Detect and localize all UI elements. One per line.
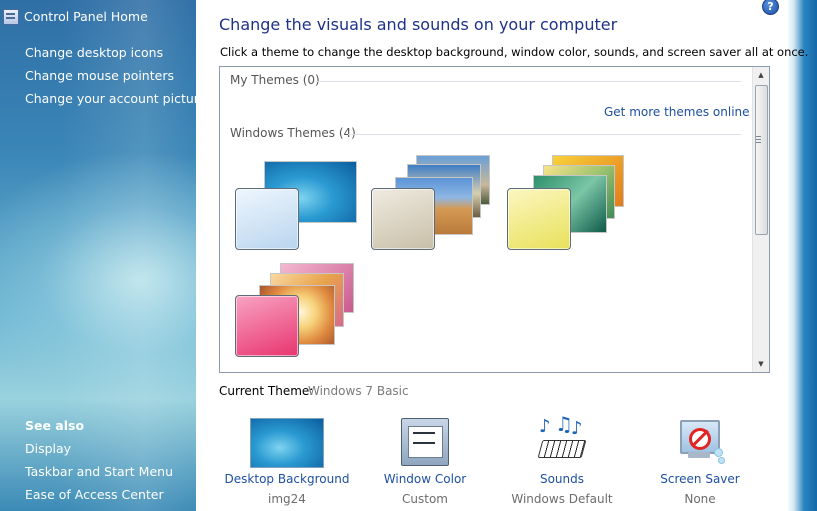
theme-color-swatch <box>235 295 299 357</box>
page-subtitle: Click a theme to change the desktop back… <box>220 45 809 59</box>
control-panel-icon <box>3 9 19 25</box>
desktop-background-value: img24 <box>268 492 306 506</box>
theme-landscapes[interactable] <box>371 155 501 259</box>
change-desktop-icons-link[interactable]: Change desktop icons <box>25 45 163 60</box>
themes-list[interactable]: My Themes (0) Get more themes online Win… <box>219 66 770 373</box>
desktop-background-setting[interactable]: Desktop Background img24 <box>217 418 357 506</box>
window-color-setting[interactable]: Window Color Custom <box>355 418 495 506</box>
themes-scrollbar[interactable]: ▲ ▼ <box>752 67 769 372</box>
theme-flowers[interactable] <box>235 263 365 363</box>
current-theme-value: Windows 7 Basic <box>308 384 409 398</box>
sounds-link[interactable]: Sounds <box>492 472 632 486</box>
sounds-value: Windows Default <box>511 492 613 506</box>
control-panel-home-link[interactable]: Control Panel Home <box>24 9 148 24</box>
current-theme-label: Current Theme: <box>219 384 314 398</box>
taskbar-start-menu-link[interactable]: Taskbar and Start Menu <box>25 464 173 479</box>
window-color-link[interactable]: Window Color <box>355 472 495 486</box>
theme-windows-7[interactable] <box>235 159 365 259</box>
window-edge <box>788 0 817 511</box>
group-divider <box>348 134 741 135</box>
desktop-background-link[interactable]: Desktop Background <box>217 472 357 486</box>
scroll-down-arrow-icon[interactable]: ▼ <box>753 356 769 372</box>
scrollbar-grip-icon <box>756 136 761 144</box>
my-themes-header[interactable]: My Themes (0) <box>230 73 320 87</box>
theme-nature[interactable] <box>507 155 637 259</box>
navigation-pane: Control Panel Home Change desktop icons … <box>0 0 196 511</box>
theme-color-swatch <box>371 188 435 250</box>
theme-color-swatch <box>507 188 571 250</box>
screen-saver-value: None <box>684 492 716 506</box>
screen-saver-setting[interactable]: Screen Saver None <box>630 418 770 506</box>
windows-themes-header[interactable]: Windows Themes (4) <box>230 126 356 140</box>
change-mouse-pointers-link[interactable]: Change mouse pointers <box>25 68 174 83</box>
scroll-up-arrow-icon[interactable]: ▲ <box>753 67 769 83</box>
sounds-setting[interactable]: ♪ ♫ ♪ Sounds Windows Default <box>492 414 632 506</box>
screen-saver-icon[interactable] <box>676 418 725 466</box>
group-divider <box>316 81 741 82</box>
sounds-icon[interactable]: ♪ ♫ ♪ <box>537 414 587 464</box>
scrollbar-thumb[interactable] <box>755 85 768 235</box>
display-link[interactable]: Display <box>25 441 71 456</box>
window-color-icon[interactable] <box>401 418 449 466</box>
screen-saver-link[interactable]: Screen Saver <box>630 472 770 486</box>
theme-color-swatch <box>235 188 299 250</box>
ease-of-access-link[interactable]: Ease of Access Center <box>25 487 164 502</box>
page-title: Change the visuals and sounds on your co… <box>219 15 618 34</box>
get-more-themes-link[interactable]: Get more themes online <box>604 105 750 119</box>
see-also-heading: See also <box>25 418 85 433</box>
change-account-picture-link[interactable]: Change your account picture <box>25 91 196 106</box>
desktop-background-icon[interactable] <box>250 418 324 468</box>
window-color-value: Custom <box>402 492 448 506</box>
